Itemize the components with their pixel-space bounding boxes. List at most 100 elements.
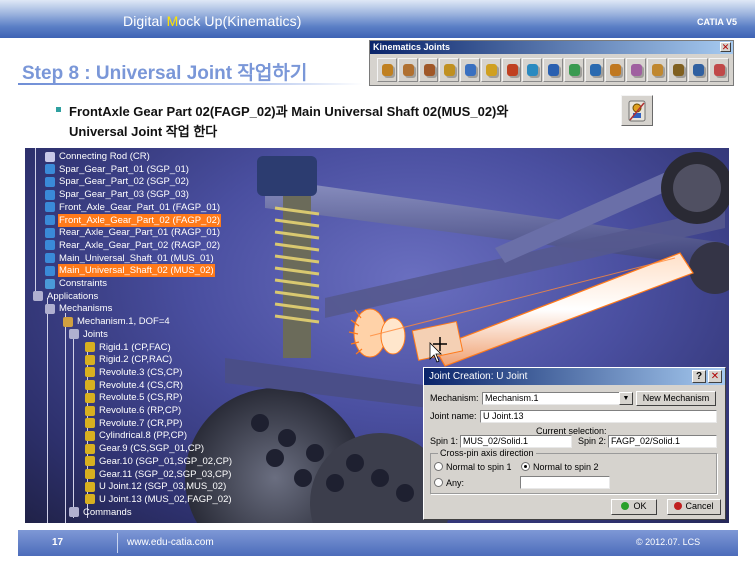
tree-node[interactable]: Revolute.4 (CS,CR) <box>85 379 184 392</box>
roll-curve-joint-icon[interactable] <box>563 58 584 82</box>
tree-node-label: Mechanism.1, DOF=4 <box>77 316 170 328</box>
tree-node-label: Revolute.4 (CS,CR) <box>99 379 183 391</box>
tree-node-label: Revolute.6 (RP,CP) <box>99 405 182 416</box>
any-field[interactable] <box>520 476 610 489</box>
chevron-down-icon[interactable]: ▼ <box>619 392 633 405</box>
any-radio[interactable] <box>434 478 443 487</box>
tree-node[interactable]: Applications <box>33 290 99 303</box>
toolbar-titlebar[interactable]: Kinematics Joints ✕ <box>370 41 733 54</box>
any-label: Any: <box>446 478 465 488</box>
point-surface-joint-icon[interactable] <box>584 58 605 82</box>
tree-node-label: Cylindrical.8 (PP,CP) <box>99 430 187 442</box>
tree-node-label: U Joint.13 (MUS_02,FAGP_02) <box>99 493 232 505</box>
tree-node-label: Connecting Rod (CR) <box>59 151 150 162</box>
prismatic-joint-icon[interactable] <box>397 58 418 82</box>
slide-curve-joint-icon[interactable] <box>543 58 563 82</box>
tree-node[interactable]: Front_Axle_Gear_Part_01 (FAGP_01) <box>45 201 221 214</box>
tree-node[interactable]: Rear_Axle_Gear_Part_01 (RAGP_01) <box>45 226 221 239</box>
tree-node[interactable]: Rigid.1 (CP,FAC) <box>85 341 172 354</box>
tree-guide-line <box>65 313 66 523</box>
tree-node[interactable]: Connecting Rod (CR) <box>45 150 151 163</box>
catia-viewport[interactable]: Connecting Rod (CR) Spar_Gear_Part_01 (SG… <box>25 148 729 523</box>
tree-node[interactable]: Front_Axle_Gear_Part_02 (FAGP_02) <box>45 213 222 227</box>
toolbar-icons <box>370 54 733 82</box>
tree-node[interactable]: Joints <box>69 328 109 341</box>
mechanism-select[interactable]: Mechanism.1 <box>482 392 633 405</box>
tree-node-label: Rear_Axle_Gear_Part_01 (RAGP_01) <box>59 227 221 239</box>
tree-node-icon <box>45 151 55 162</box>
tree-node-label: Spar_Gear_Part_03 (SGP_03) <box>59 189 189 201</box>
tree-node[interactable]: Spar_Gear_Part_02 (SGP_02) <box>45 175 190 188</box>
spin1-label: Spin 1: <box>430 436 459 446</box>
tree-guide-line <box>73 338 74 518</box>
tree-node-label: Front_Axle_Gear_Part_01 (FAGP_01) <box>59 201 221 213</box>
tree-node[interactable]: Commands <box>69 506 133 519</box>
tree-node[interactable]: U Joint.13 (MUS_02,FAGP_02) <box>85 493 233 506</box>
tree-node[interactable]: Revolute.3 (CS,CP) <box>85 366 183 379</box>
revolute-joint-icon[interactable] <box>377 58 397 82</box>
tree-node-label: Rear_Axle_Gear_Part_02 (RAGP_02) <box>59 239 221 251</box>
tree-node-icon <box>45 164 55 175</box>
tree-node-icon <box>85 354 95 365</box>
planar-joint-icon[interactable] <box>480 58 501 82</box>
tree-node[interactable]: Rear_Axle_Gear_Part_02 (RAGP_02) <box>45 239 221 252</box>
screw-joint-icon[interactable] <box>439 58 460 82</box>
tree-node-icon <box>45 176 55 187</box>
cylindrical-joint-icon[interactable] <box>418 58 439 82</box>
ok-button[interactable]: OK <box>611 499 657 515</box>
tree-node-icon <box>85 418 95 429</box>
tree-node[interactable]: Revolute.5 (CS,RP) <box>85 391 183 404</box>
new-mechanism-button[interactable]: New Mechanism <box>636 391 716 406</box>
universal-joint-icon[interactable] <box>621 95 653 126</box>
tree-node-icon <box>45 265 55 276</box>
tree-node[interactable]: Gear.9 (CS,SGP_01,CP) <box>85 442 205 455</box>
help-button[interactable]: ? <box>692 370 706 383</box>
tree-node[interactable]: Constraints <box>45 277 108 290</box>
tree-node[interactable]: Main_Universal_Shaft_01 (MUS_01) <box>45 252 215 265</box>
spin2-field[interactable]: FAGP_02/Solid.1 <box>608 435 717 448</box>
cancel-icon <box>674 502 683 510</box>
header-brand: CATIA V5 <box>696 17 737 27</box>
joint-name-field[interactable]: U Joint.13 <box>480 410 717 423</box>
tree-node[interactable]: Cylindrical.8 (PP,CP) <box>85 429 188 442</box>
step-title: Step 8 : Universal Joint 작업하기 <box>22 63 308 84</box>
tree-node[interactable]: Revolute.6 (RP,CP) <box>85 404 182 417</box>
tree-node[interactable]: Rigid.2 (CP,RAC) <box>85 353 173 366</box>
tree-node[interactable]: Gear.10 (SGP_01,SGP_02,CP) <box>85 455 233 468</box>
tree-node[interactable]: Main_Universal_Shaft_02 (MUS_02) <box>45 264 215 278</box>
tree-node[interactable]: Gear.11 (SGP_02,SGP_03,CP) <box>85 468 232 481</box>
spin1-field[interactable]: MUS_02/Solid.1 <box>460 435 572 448</box>
slide-header: Digital Mock Up(Kinematics) CATIA V5 <box>0 0 755 38</box>
tree-node-icon <box>85 443 95 454</box>
spin2-label: Spin 2: <box>578 436 607 446</box>
normal-spin1-radio[interactable] <box>434 462 443 471</box>
universal-joint-icon[interactable] <box>605 58 626 82</box>
page-number: 17 <box>52 537 64 548</box>
tree-node[interactable]: Mechanisms <box>45 302 113 315</box>
toolbar-close-button[interactable]: ✕ <box>720 42 731 52</box>
dialog-titlebar[interactable]: Joint Creation: U Joint ? ✕ <box>424 368 725 385</box>
gear-joint-icon[interactable] <box>646 58 667 82</box>
spherical-joint-icon[interactable] <box>460 58 480 82</box>
bullet-icon <box>56 107 61 112</box>
tree-node[interactable]: Spar_Gear_Part_01 (SGP_01) <box>45 163 190 176</box>
tree-node-label: Spar_Gear_Part_02 (SGP_02) <box>59 176 189 188</box>
cancel-button[interactable]: Cancel <box>667 499 721 515</box>
footer-bar <box>18 530 738 556</box>
tree-node[interactable]: Mechanism.1, DOF=4 <box>63 315 171 328</box>
tree-node-icon <box>85 367 95 378</box>
point-curve-joint-icon[interactable] <box>522 58 543 82</box>
cable-joint-icon[interactable] <box>688 58 709 82</box>
footer-url[interactable]: www.edu-catia.com <box>127 537 214 548</box>
close-button[interactable]: ✕ <box>708 370 722 383</box>
cross-pin-title: Cross-pin axis direction <box>438 448 536 458</box>
tree-node[interactable]: Spar_Gear_Part_03 (SGP_03) <box>45 188 190 201</box>
rigid-joint-icon[interactable] <box>501 58 522 82</box>
tree-node[interactable]: Revolute.7 (CR,PP) <box>85 417 183 430</box>
axis-system-joint-icon[interactable] <box>709 58 730 82</box>
tree-node-label: Commands <box>83 506 132 518</box>
normal-spin2-radio[interactable] <box>521 462 530 471</box>
tree-node[interactable]: U Joint.12 (SGP_03,MUS_02) <box>85 480 227 493</box>
rack-joint-icon[interactable] <box>667 58 688 82</box>
cv-joint-icon[interactable] <box>626 58 646 82</box>
